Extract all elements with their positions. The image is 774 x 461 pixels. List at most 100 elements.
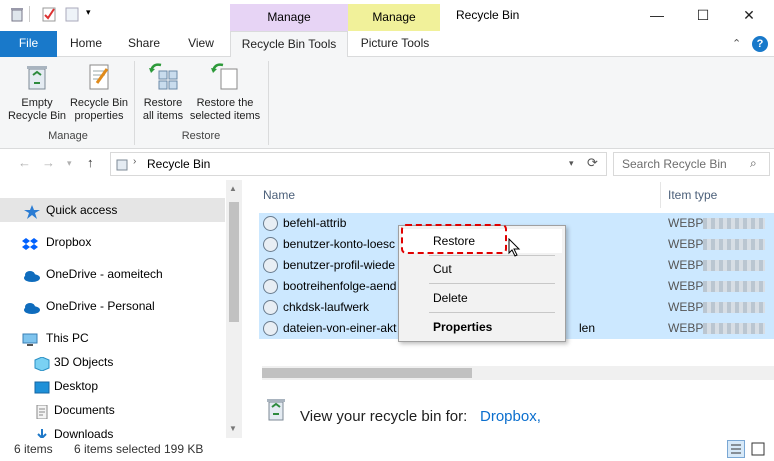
- tab-picture-tools[interactable]: Picture Tools: [350, 31, 440, 57]
- redacted-value: [703, 281, 765, 292]
- recycle-bin-small-icon[interactable]: [9, 6, 25, 22]
- onedrive-cloud-icon: [22, 267, 40, 282]
- menu-item-cut[interactable]: Cut: [402, 257, 562, 281]
- file-name: benutzer-profil-wiede: [283, 258, 396, 272]
- redacted-value: [703, 302, 765, 313]
- nav-item-onedrive-personal[interactable]: OneDrive - Personal: [0, 294, 225, 318]
- tab-share[interactable]: Share: [118, 31, 170, 57]
- tab-view[interactable]: View: [176, 31, 226, 57]
- search-input[interactable]: Search Recycle Bin: [622, 157, 727, 171]
- address-dropdown-chevron-icon[interactable]: ▾: [569, 158, 574, 169]
- large-icons-view-icon[interactable]: [749, 440, 767, 458]
- file-type: WEBP: [668, 216, 704, 230]
- address-bar[interactable]: › Recycle Bin ▾ ⟳: [110, 152, 607, 176]
- customize-toolbar-chevron-icon[interactable]: ▾: [86, 7, 91, 18]
- ribbon-group-divider: [134, 61, 135, 145]
- properties-check-icon[interactable]: [41, 6, 57, 22]
- manage-context-tab-picture: Manage: [348, 4, 440, 31]
- empty-recycle-bin-label-2: Recycle Bin: [7, 110, 67, 122]
- restore-selected-items-button[interactable]: Restore the selected items: [189, 61, 261, 123]
- nav-label: Downloads: [54, 427, 114, 438]
- details-view-icon[interactable]: [727, 440, 745, 458]
- horizontal-scroll-thumb[interactable]: [262, 368, 472, 378]
- new-folder-icon[interactable]: [64, 6, 80, 22]
- toolbar-divider: [29, 6, 30, 22]
- downloads-icon: [34, 427, 50, 438]
- help-icon[interactable]: ?: [752, 36, 768, 52]
- status-selected-size: 199 KB: [164, 442, 204, 456]
- mouse-cursor-icon: [508, 237, 522, 258]
- recycle-bin-icon: [21, 61, 53, 93]
- menu-separator: [429, 255, 555, 256]
- recent-locations-chevron-icon[interactable]: ▾: [67, 158, 72, 169]
- column-header-name[interactable]: Name: [263, 188, 295, 202]
- desktop-icon: [34, 379, 50, 394]
- webp-file-icon: [263, 279, 278, 294]
- recycle-bin-dropbox-link[interactable]: Dropbox,: [480, 408, 541, 425]
- minimize-button[interactable]: —: [642, 4, 672, 26]
- empty-recycle-bin-button[interactable]: Empty Recycle Bin: [6, 61, 68, 123]
- nav-item-downloads[interactable]: Downloads: [0, 422, 225, 438]
- nav-label: 3D Objects: [54, 355, 114, 369]
- recycle-bin-properties-label-1: Recycle Bin: [69, 97, 129, 109]
- tab-file[interactable]: File: [0, 31, 57, 57]
- nav-item-quick-access[interactable]: Quick access: [0, 198, 225, 222]
- maximize-button[interactable]: ☐: [688, 4, 718, 26]
- nav-item-desktop[interactable]: Desktop: [0, 374, 225, 398]
- menu-separator: [429, 283, 555, 284]
- recycle-bin-banner-text: View your recycle bin for:: [300, 408, 468, 425]
- empty-recycle-bin-label-1: Empty: [21, 97, 53, 109]
- menu-item-properties[interactable]: Properties: [402, 315, 562, 339]
- onedrive-cloud-icon: [22, 299, 40, 314]
- webp-file-icon: [263, 300, 278, 315]
- file-name: bootreihenfolge-aend: [283, 279, 397, 293]
- horizontal-scrollbar[interactable]: [262, 366, 774, 380]
- search-icon[interactable]: ⌕: [750, 156, 757, 171]
- context-menu: Restore Cut Delete Properties: [398, 224, 566, 342]
- file-type: WEBP: [668, 279, 704, 293]
- status-selected-count: 6 items selected: [74, 442, 161, 456]
- column-header-item-type[interactable]: Item type: [668, 188, 717, 202]
- file-name: chkdsk-laufwerk: [283, 300, 370, 314]
- recycle-bin-properties-label-2: properties: [74, 110, 124, 122]
- file-type: WEBP: [668, 237, 704, 251]
- breadcrumb-recycle-bin[interactable]: Recycle Bin: [147, 157, 210, 171]
- column-divider[interactable]: [660, 182, 661, 208]
- navigation-pane: Quick access Dropbox OneDrive - aomeitec…: [0, 180, 242, 438]
- window-title: Recycle Bin: [456, 8, 520, 22]
- scroll-up-arrow-icon[interactable]: ▲: [229, 184, 237, 193]
- menu-item-delete[interactable]: Delete: [402, 286, 562, 310]
- restore-all-icon: [147, 61, 179, 93]
- search-box[interactable]: Search Recycle Bin ⌕: [613, 152, 770, 176]
- nav-item-documents[interactable]: Documents: [0, 398, 225, 422]
- nav-item-this-pc[interactable]: This PC: [0, 326, 225, 350]
- nav-pane-scrollbar[interactable]: ▲ ▼: [226, 180, 242, 438]
- properties-document-icon: [83, 61, 115, 93]
- restore-all-items-button[interactable]: Restore all items: [138, 61, 188, 123]
- nav-item-onedrive-aomeitech[interactable]: OneDrive - aomeitech: [0, 262, 225, 286]
- file-name: benutzer-konto-loesc: [283, 237, 396, 251]
- tab-recycle-bin-tools[interactable]: Recycle Bin Tools: [230, 31, 348, 58]
- star-icon: [24, 203, 40, 219]
- file-name: dateien-von-einer-akt: [283, 321, 397, 335]
- restore-all-label-1: Restore: [143, 97, 183, 109]
- forward-arrow-icon[interactable]: →: [42, 155, 55, 170]
- refresh-icon[interactable]: ⟳: [587, 155, 598, 171]
- scroll-down-arrow-icon[interactable]: ▼: [229, 424, 237, 433]
- recycle-bin-properties-button[interactable]: Recycle Bin properties: [68, 61, 130, 123]
- ribbon-group-divider: [268, 61, 269, 145]
- nav-item-3d-objects[interactable]: 3D Objects: [0, 350, 225, 374]
- restore-all-label-2: all items: [142, 110, 184, 122]
- close-button[interactable]: ✕: [734, 4, 764, 26]
- file-type: WEBP: [668, 321, 704, 335]
- nav-label: This PC: [46, 331, 89, 345]
- restore-selected-label-2: selected items: [189, 110, 261, 122]
- up-arrow-icon[interactable]: ↑: [87, 155, 94, 170]
- tab-home[interactable]: Home: [60, 31, 112, 57]
- 3d-objects-icon: [34, 355, 50, 372]
- nav-item-dropbox[interactable]: Dropbox: [0, 230, 225, 254]
- ribbon-collapse-chevron-icon[interactable]: ⌃: [732, 37, 741, 50]
- nav-scroll-thumb[interactable]: [229, 202, 239, 322]
- back-arrow-icon[interactable]: ←: [18, 155, 31, 170]
- redacted-value: [703, 323, 765, 334]
